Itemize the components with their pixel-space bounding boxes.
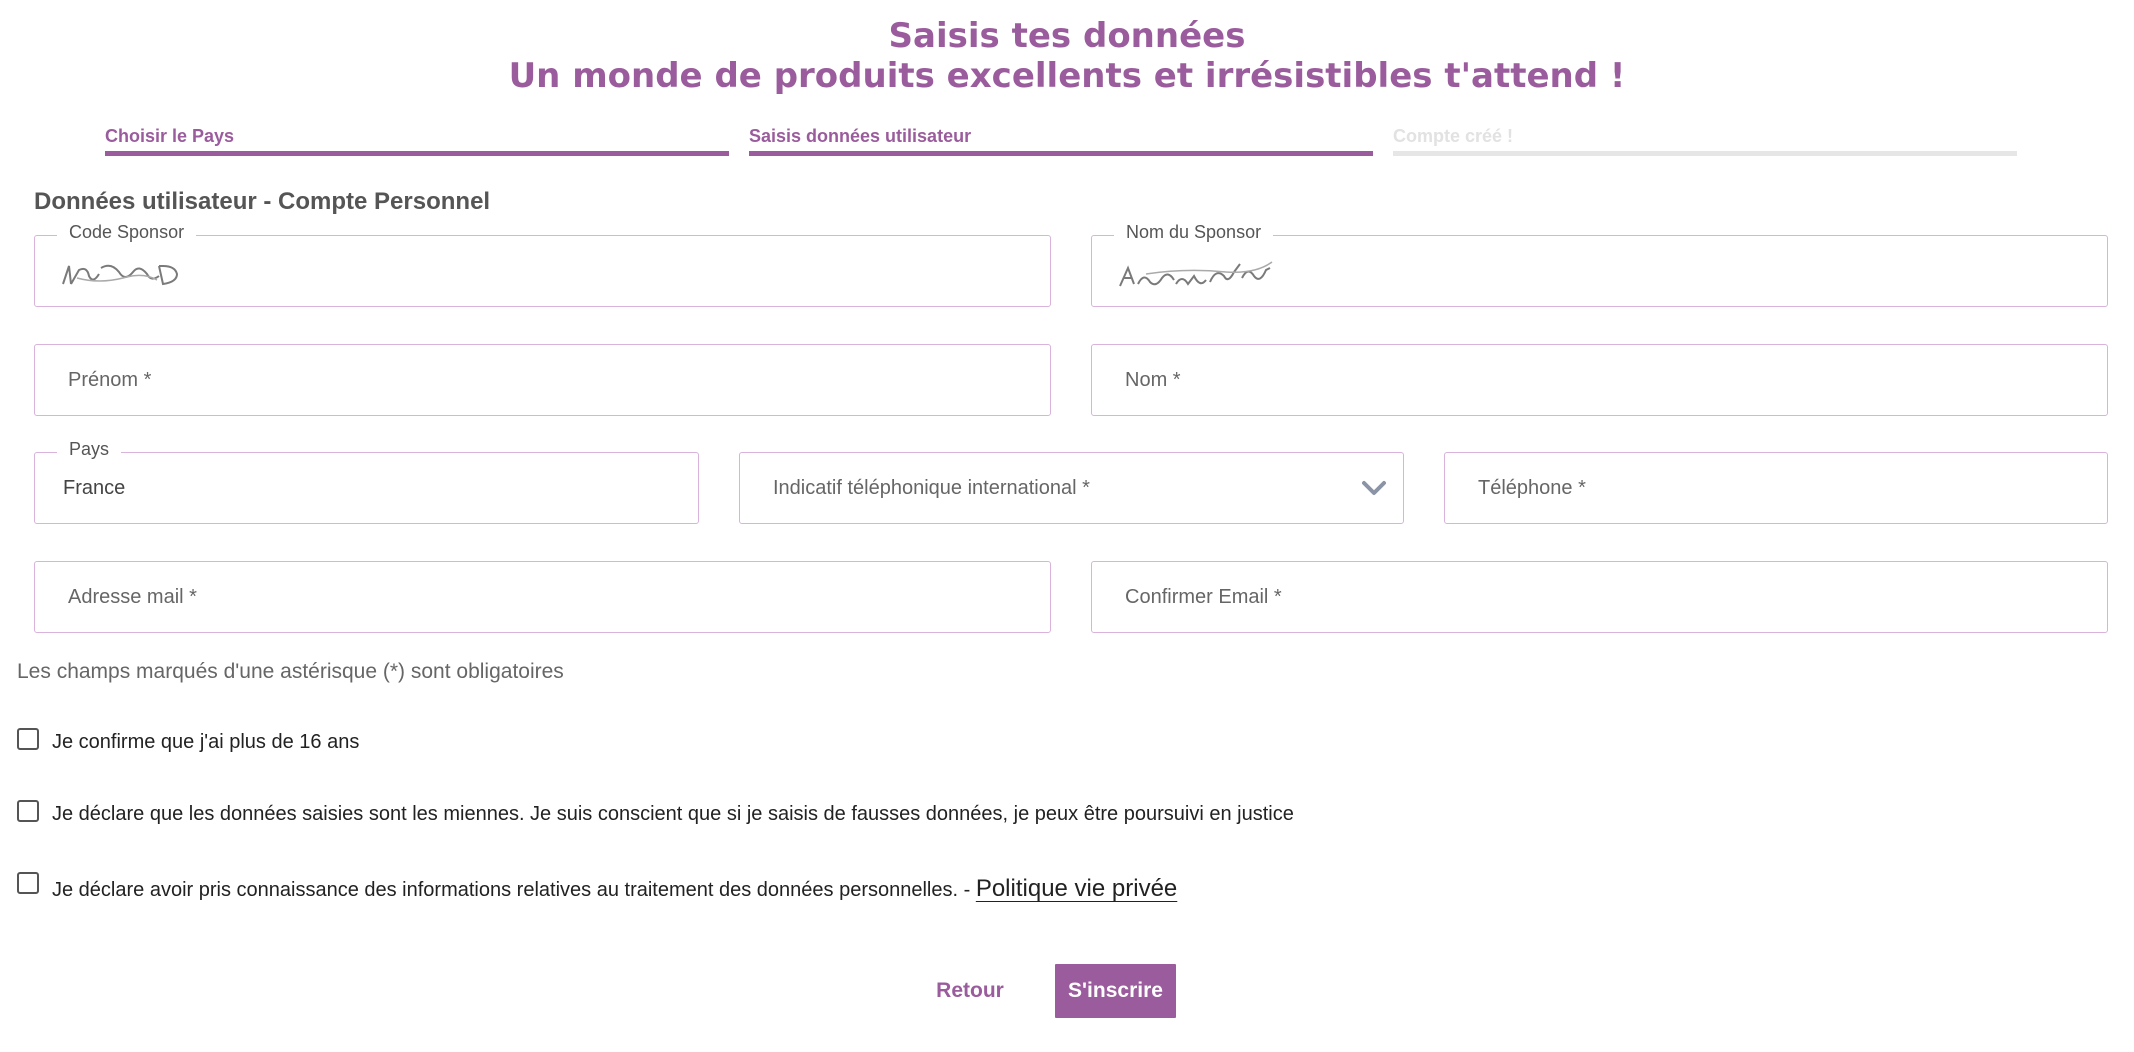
age-confirm-label: Je confirme que j'ai plus de 16 ans [52, 731, 360, 753]
first-name-placeholder: Prénom * [68, 369, 152, 391]
signup-button[interactable]: S'inscrire [1055, 964, 1176, 1018]
first-name-field[interactable]: Prénom * [34, 344, 1051, 416]
privacy-consent-label: Je déclare avoir pris connaissance des i… [52, 879, 976, 901]
email-placeholder: Adresse mail * [68, 586, 197, 608]
step-progress-bar [105, 151, 729, 156]
last-name-placeholder: Nom * [1125, 369, 1181, 391]
back-button[interactable]: Retour [922, 964, 1018, 1018]
sponsor-code-captcha-image [62, 264, 179, 286]
phone-placeholder: Téléphone * [1478, 477, 1586, 499]
sponsor-code-label: Code Sponsor [57, 222, 197, 243]
step-progress-bar [749, 151, 1373, 156]
sponsor-name-captcha-image [1119, 261, 1273, 287]
country-field[interactable]: Pays France [34, 439, 699, 524]
sponsor-name-label: Nom du Sponsor [1114, 222, 1274, 243]
email-confirm-placeholder: Confirmer Email * [1125, 586, 1282, 608]
data-ownership-checkbox[interactable] [17, 800, 39, 822]
chevron-down-icon[interactable] [1359, 475, 1389, 501]
data-ownership-label: Je déclare que les données saisies sont … [52, 803, 1294, 825]
age-confirm-checkbox[interactable] [17, 728, 39, 750]
privacy-policy-link[interactable]: Politique vie privée [976, 875, 1177, 902]
email-confirm-field[interactable]: Confirmer Email * [1091, 561, 2108, 633]
country-value: France [63, 477, 126, 499]
step-progress-bar [1393, 151, 2017, 156]
privacy-consent-checkbox[interactable] [17, 872, 39, 894]
sponsor-name-field[interactable]: Nom du Sponsor [1091, 222, 2108, 307]
last-name-field[interactable]: Nom * [1091, 344, 2108, 416]
page-subtitle: Un monde de produits excellents et irrés… [508, 56, 1626, 96]
dial-code-placeholder: Indicatif téléphonique international * [773, 477, 1090, 499]
page-title: Saisis tes données [888, 16, 1246, 56]
sponsor-code-field[interactable]: Code Sponsor [34, 222, 1051, 307]
step-label: Saisis données utilisateur [749, 126, 972, 146]
privacy-consent-text: Je déclare avoir pris connaissance des i… [52, 875, 1177, 903]
step-label: Compte créé ! [1393, 126, 1514, 146]
step-choose-country: Choisir le Pays [105, 126, 729, 158]
step-user-data: Saisis données utilisateur [749, 126, 1373, 158]
step-label: Choisir le Pays [105, 126, 235, 146]
required-fields-note: Les champs marqués d'une astérisque (*) … [17, 660, 564, 683]
dial-code-select[interactable]: Indicatif téléphonique international * [739, 452, 1404, 524]
email-field[interactable]: Adresse mail * [34, 561, 1051, 633]
phone-field[interactable]: Téléphone * [1444, 452, 2108, 524]
form-section-title: Données utilisateur - Compte Personnel [34, 188, 491, 215]
step-account-created: Compte créé ! [1393, 126, 2017, 158]
